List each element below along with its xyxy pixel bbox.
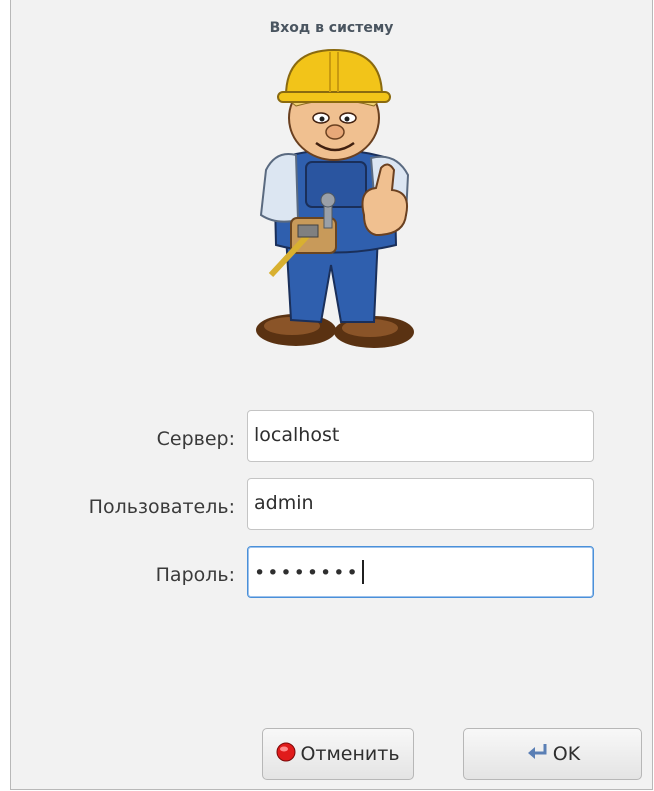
password-label: Пароль: bbox=[155, 564, 235, 586]
password-input[interactable]: •••••••• bbox=[247, 546, 594, 598]
username-input[interactable]: admin bbox=[247, 478, 594, 530]
server-label: Сервер: bbox=[156, 428, 235, 450]
cancel-button[interactable]: Отменить bbox=[262, 728, 414, 780]
cancel-button-label: Отменить bbox=[300, 743, 400, 765]
stop-red-circle-icon bbox=[276, 742, 296, 767]
ok-button[interactable]: OK bbox=[463, 728, 642, 780]
password-masked-value: •••••••• bbox=[254, 562, 360, 584]
construction-worker-icon bbox=[246, 40, 421, 350]
enter-return-arrow-icon bbox=[525, 742, 549, 767]
login-dialog: Вход в систему Сервер: localhost Пользов… bbox=[10, 0, 653, 790]
ok-button-label: OK bbox=[552, 743, 581, 765]
username-label: Пользователь: bbox=[88, 496, 235, 518]
server-input[interactable]: localhost bbox=[247, 410, 594, 462]
text-caret bbox=[361, 560, 364, 584]
